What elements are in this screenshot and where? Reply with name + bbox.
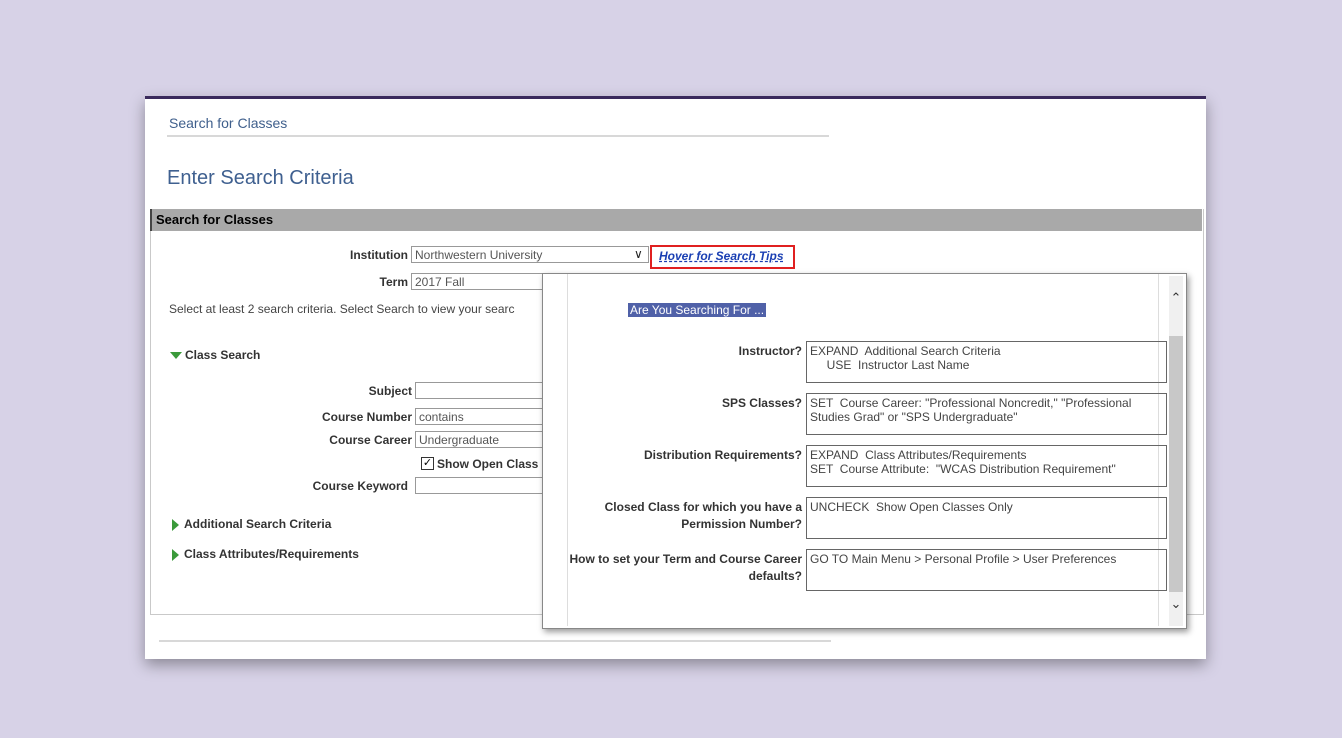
scrollbar-thumb[interactable] (1169, 336, 1183, 592)
expand-right-icon (172, 548, 179, 561)
expand-right-icon (172, 518, 179, 531)
divider (159, 640, 831, 642)
tip-answer: UNCHECK Show Open Classes Only (806, 497, 1167, 539)
divider (167, 135, 829, 137)
search-tips-link-box[interactable]: Hover for Search Tips (650, 245, 795, 269)
instructions-text: Select at least 2 search criteria. Selec… (169, 302, 515, 316)
open-classes-checkbox[interactable]: ✓ (421, 457, 434, 470)
tip-answer: EXPAND Additional Search Criteria USE In… (806, 341, 1167, 383)
breadcrumb[interactable]: Search for Classes (169, 115, 287, 131)
expand-down-icon (170, 352, 182, 360)
chevron-down-icon[interactable]: ⌄ (1169, 596, 1183, 612)
panel-header: Search for Classes (150, 209, 1202, 231)
term-label: Term (379, 275, 408, 289)
chevron-up-icon[interactable]: ⌃ (1169, 290, 1183, 306)
search-tips-popup: Are You Searching For ... Instructor? EX… (542, 273, 1187, 629)
course-number-select[interactable]: contains (415, 408, 545, 425)
popup-heading: Are You Searching For ... (628, 303, 767, 317)
tip-question: How to set your Term and Course Career d… (569, 552, 803, 583)
chevron-down-icon[interactable]: ∨ (634, 247, 643, 261)
institution-select[interactable]: Northwestern University (411, 246, 649, 263)
tip-answer: EXPAND Class Attributes/Requirements SET… (806, 445, 1167, 487)
institution-label: Institution (350, 248, 408, 262)
course-career-select[interactable]: Undergraduate (415, 431, 545, 448)
class-search-section[interactable]: Class Search (170, 348, 260, 362)
popup-scrollbar[interactable]: ⌃ ⌄ (1169, 276, 1183, 626)
term-select[interactable]: 2017 Fall (411, 273, 543, 290)
additional-criteria-section[interactable]: Additional Search Criteria (172, 517, 331, 531)
tip-question: Closed Class for which you have a Permis… (604, 500, 802, 531)
subject-select[interactable] (415, 382, 545, 399)
popup-content: Are You Searching For ... Instructor? EX… (567, 274, 1167, 626)
course-keyword-input[interactable] (415, 477, 545, 494)
tip-answer: GO TO Main Menu > Personal Profile > Use… (806, 549, 1167, 591)
page-title: Enter Search Criteria (167, 167, 354, 189)
tip-question: Instructor? (738, 344, 802, 358)
course-number-label: Course Number (321, 410, 412, 424)
tip-answer: SET Course Career: "Professional Noncred… (806, 393, 1167, 435)
search-tips-link[interactable]: Hover for Search Tips (659, 249, 784, 263)
tip-question: Distribution Requirements? (643, 448, 802, 462)
open-classes-label: Show Open Class (437, 457, 539, 471)
course-career-label: Course Career (329, 433, 412, 447)
course-keyword-label: Course Keyword (312, 479, 408, 493)
class-attributes-section[interactable]: Class Attributes/Requirements (172, 547, 359, 561)
tip-question: SPS Classes? (721, 396, 802, 410)
subject-label: Subject (368, 384, 412, 398)
